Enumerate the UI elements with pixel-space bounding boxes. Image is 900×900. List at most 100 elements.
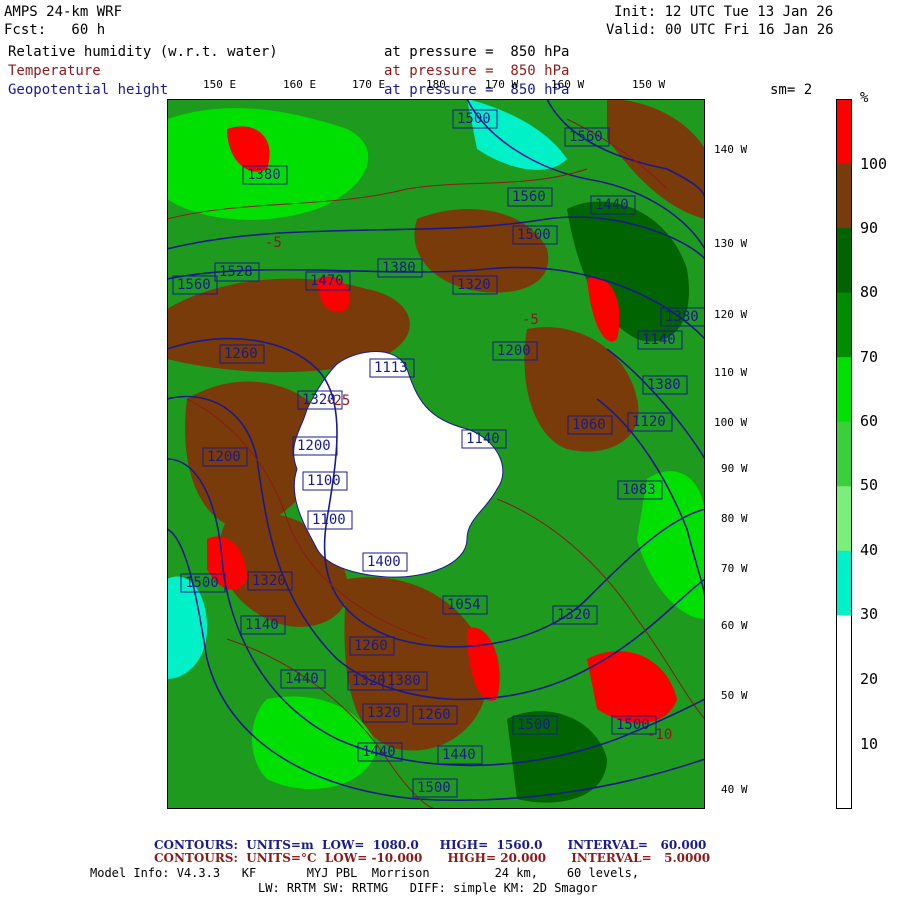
height-label: 1500 xyxy=(517,227,551,243)
lon-label-right: 40 W xyxy=(721,783,748,796)
lon-label-right: 70 W xyxy=(721,562,748,575)
field-temp-name: Temperature xyxy=(8,63,101,79)
colorbar-block xyxy=(836,99,852,165)
height-label: 1200 xyxy=(497,343,531,359)
colorbar-block xyxy=(836,421,852,487)
lon-label-right: 130 W xyxy=(714,237,748,250)
height-label: 1260 xyxy=(224,346,258,362)
height-label: 1500 xyxy=(417,780,451,796)
lon-label-right: 140 W xyxy=(714,143,748,156)
field-height-level: at pressure = 850 hPa xyxy=(384,82,570,98)
lon-label-top: 160 E xyxy=(283,78,317,91)
lon-label-top: 170 W xyxy=(485,78,519,91)
height-label: 1054 xyxy=(447,597,481,613)
colorbar-tick: 70 xyxy=(860,348,879,366)
height-label: 1060 xyxy=(572,417,606,433)
colorbar-tick: 30 xyxy=(860,605,879,623)
colorbar-block xyxy=(836,228,852,294)
colorbar-tick: 50 xyxy=(860,476,879,494)
lon-label-right: 90 W xyxy=(721,462,748,475)
height-label: 1380 xyxy=(647,377,681,393)
height-label: 1440 xyxy=(442,747,476,763)
colorbar-block xyxy=(836,550,852,616)
temperature-label: -5 xyxy=(522,312,539,328)
height-label: 1100 xyxy=(312,512,346,528)
temperature-label: -5 xyxy=(265,235,282,251)
height-label: 1440 xyxy=(285,671,319,687)
height-label: 1440 xyxy=(595,197,629,213)
model-title: AMPS 24-km WRF xyxy=(4,4,123,20)
height-label: 1500 xyxy=(517,717,551,733)
height-label: 1320 xyxy=(457,277,491,293)
height-label: 1500 xyxy=(457,111,491,127)
valid-time: Valid: 00 UTC Fri 16 Jan 26 xyxy=(606,22,834,38)
temperature-label: -25 xyxy=(325,393,350,409)
field-height-name: Geopotential height xyxy=(8,82,169,98)
forecast-hour: Fcst: 60 h xyxy=(4,22,106,38)
height-label: 1560 xyxy=(177,277,211,293)
height-label: 1140 xyxy=(245,617,279,633)
footer-temp-contours: CONTOURS: UNITS=°C LOW= -10.000 HIGH= 20… xyxy=(154,851,711,865)
colorbar-block xyxy=(836,615,852,681)
height-label: 1260 xyxy=(417,707,451,723)
height-label: 1083 xyxy=(622,482,656,498)
footer-model-info: Model Info: V4.3.3 KF MYJ PBL Morrison 2… xyxy=(90,866,640,880)
lon-label-right: 100 W xyxy=(714,416,748,429)
height-label: 1113 xyxy=(374,360,408,376)
lon-label-top: 150 E xyxy=(203,78,237,91)
colorbar-tick: 10 xyxy=(860,735,879,753)
height-label: 1200 xyxy=(207,449,241,465)
height-label: 1140 xyxy=(642,332,676,348)
height-label: 1200 xyxy=(297,438,331,454)
height-label: 1320 xyxy=(252,573,286,589)
height-label: 1500 xyxy=(616,717,650,733)
height-label: 1140 xyxy=(466,431,500,447)
lon-label-right: 50 W xyxy=(721,689,748,702)
footer-physics: LW: RRTM SW: RRTMG DIFF: simple KM: 2D S… xyxy=(258,881,598,895)
colorbar-tick: 100 xyxy=(860,155,888,173)
height-label: 1100 xyxy=(307,473,341,489)
lon-label-top: 150 W xyxy=(632,78,666,91)
humidity-colorbar xyxy=(836,99,852,809)
weather-map: 1500156015601500144013801528147013801320… xyxy=(167,99,705,809)
height-label: 1380 xyxy=(387,673,421,689)
height-label: 1380 xyxy=(382,260,416,276)
colorbar-block xyxy=(836,163,852,229)
footer-height-contours: CONTOURS: UNITS=m LOW= 1080.0 HIGH= 1560… xyxy=(154,838,707,852)
colorbar-tick: 20 xyxy=(860,670,879,688)
lon-label-top: 160 W xyxy=(551,78,585,91)
colorbar-block xyxy=(836,679,852,745)
smoothing-label: sm= 2 xyxy=(770,82,813,98)
colorbar-tick: 80 xyxy=(860,283,879,301)
colorbar-tick: 40 xyxy=(860,541,879,559)
height-label: 1320 xyxy=(352,673,386,689)
height-label: 1528 xyxy=(219,264,253,280)
height-label: 1380 xyxy=(247,167,281,183)
colorbar-tick: 60 xyxy=(860,412,879,430)
height-label: 1560 xyxy=(512,189,546,205)
field-temp-level: at pressure = 850 hPa xyxy=(384,63,570,79)
height-label: 1560 xyxy=(569,129,603,145)
init-time: Init: 12 UTC Tue 13 Jan 26 xyxy=(614,4,834,20)
colorbar-unit: % xyxy=(860,90,869,106)
height-label: 1380 xyxy=(665,309,699,325)
height-label: 1320 xyxy=(557,607,591,623)
lon-label-top: 180 xyxy=(426,78,446,91)
field-rh-level: at pressure = 850 hPa xyxy=(384,44,570,60)
lon-label-top: 170 E xyxy=(352,78,386,91)
height-label: 1120 xyxy=(632,414,666,430)
colorbar-block xyxy=(836,292,852,358)
temperature-label: -10 xyxy=(647,727,672,743)
lon-label-right: 110 W xyxy=(714,366,748,379)
colorbar-block xyxy=(836,486,852,552)
height-label: 1440 xyxy=(362,744,396,760)
field-rh-name: Relative humidity (w.r.t. water) xyxy=(8,44,278,60)
height-label: 1470 xyxy=(310,273,344,289)
colorbar-tick: 90 xyxy=(860,219,879,237)
height-label: 1400 xyxy=(367,554,401,570)
height-label: 1500 xyxy=(185,575,219,591)
lon-label-right: 120 W xyxy=(714,308,748,321)
height-label: 1260 xyxy=(354,638,388,654)
lon-label-right: 80 W xyxy=(721,512,748,525)
colorbar-block xyxy=(836,744,852,809)
